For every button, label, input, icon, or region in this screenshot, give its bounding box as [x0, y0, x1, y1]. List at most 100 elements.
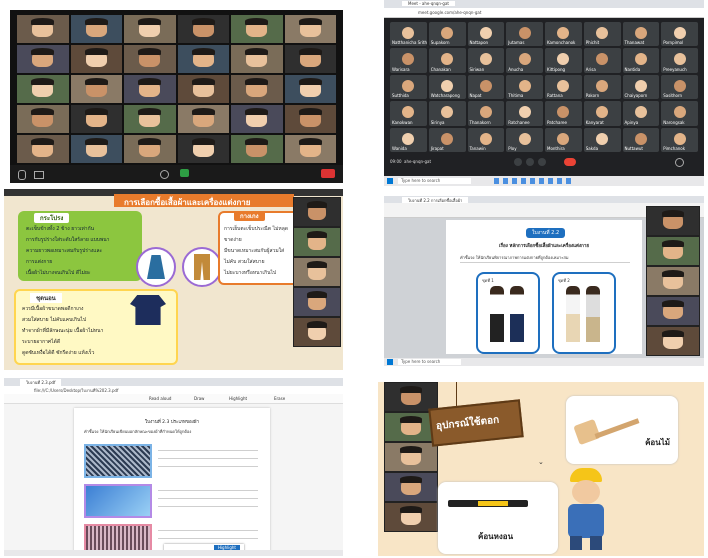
- video-tile[interactable]: [284, 45, 336, 73]
- video-tile[interactable]: [177, 15, 229, 43]
- video-tile[interactable]: [70, 135, 122, 163]
- end-call-button[interactable]: [564, 158, 576, 166]
- meet-tile[interactable]: Kittipong: [545, 48, 582, 73]
- meet-tile[interactable]: Patcharee: [545, 101, 582, 126]
- video-tile[interactable]: [17, 15, 69, 43]
- browser-tab[interactable]: Meet - ahe-qnqn-gat: [402, 1, 455, 6]
- meet-tile[interactable]: Kanyarat: [583, 101, 621, 126]
- meet-tile[interactable]: Pakorn: [583, 74, 621, 100]
- meet-tile[interactable]: Thitima: [506, 74, 543, 100]
- highlight-button[interactable]: Highlight: [229, 396, 247, 401]
- meet-tile[interactable]: Sasithorn: [661, 74, 698, 100]
- video-tile[interactable]: [647, 267, 699, 295]
- video-tile[interactable]: [17, 105, 69, 133]
- meet-tile[interactable]: Preeyanuch: [661, 48, 698, 73]
- read-aloud-button[interactable]: Read aloud: [149, 396, 171, 401]
- meet-tile[interactable]: Sutthida: [390, 74, 427, 100]
- meet-tile[interactable]: Jirapat: [428, 127, 466, 152]
- meet-tile[interactable]: Narongsak: [661, 101, 698, 126]
- url-field[interactable]: file:///C:/Users/Desktop/ใบงานที่%202.3.…: [34, 387, 118, 394]
- taskbar-search[interactable]: Type here to search: [398, 359, 461, 365]
- video-tile[interactable]: [231, 45, 283, 73]
- video-tile[interactable]: [294, 288, 340, 316]
- windows-start-icon[interactable]: [387, 359, 393, 365]
- meet-tile[interactable]: Ratchanee: [506, 101, 543, 126]
- erase-button[interactable]: Erase: [274, 396, 285, 401]
- meet-tile[interactable]: Tanawin: [467, 127, 505, 152]
- video-tile[interactable]: [647, 327, 699, 355]
- video-tile[interactable]: [294, 228, 340, 256]
- meet-tile[interactable]: Watcharapong: [428, 74, 466, 100]
- video-tile[interactable]: [177, 105, 229, 133]
- meet-tile[interactable]: Kanokwan: [390, 101, 427, 126]
- video-tile[interactable]: [124, 45, 176, 73]
- video-tile[interactable]: [124, 15, 176, 43]
- video-tile[interactable]: [124, 75, 176, 103]
- present-icon[interactable]: [538, 158, 546, 166]
- meet-tile[interactable]: Rattana: [545, 74, 582, 100]
- video-icon[interactable]: [34, 171, 44, 179]
- meet-tile[interactable]: Jutamas: [506, 22, 543, 47]
- taskbar-search[interactable]: Type here to search: [398, 178, 471, 184]
- meet-tile[interactable]: Chaiyaporn: [622, 74, 660, 100]
- video-tile[interactable]: [294, 258, 340, 286]
- meet-tile[interactable]: Nattapon: [467, 22, 505, 47]
- video-tile[interactable]: [231, 75, 283, 103]
- video-tile[interactable]: [17, 45, 69, 73]
- meet-tile[interactable]: Phichit: [583, 22, 621, 47]
- video-tile[interactable]: [70, 105, 122, 133]
- video-tile[interactable]: [647, 297, 699, 325]
- meet-tile[interactable]: Siriwan: [467, 48, 505, 73]
- video-tile[interactable]: [647, 207, 699, 235]
- meet-tile[interactable]: Ploy: [506, 127, 543, 152]
- meet-tile[interactable]: Monthira: [545, 127, 582, 152]
- video-tile[interactable]: [385, 473, 437, 501]
- video-tile[interactable]: [124, 135, 176, 163]
- camera-icon[interactable]: [526, 158, 534, 166]
- meet-tile[interactable]: Natthanicha Sritha: [390, 22, 427, 47]
- meet-tile[interactable]: Nantida: [622, 48, 660, 73]
- meet-tile[interactable]: Napat: [467, 74, 505, 100]
- video-tile[interactable]: [294, 318, 340, 346]
- meet-tile[interactable]: Supakorn: [428, 22, 466, 47]
- meet-tile[interactable]: Wanida: [390, 127, 427, 152]
- meet-tile[interactable]: Pornpimol: [661, 22, 698, 47]
- share-screen-icon[interactable]: [180, 169, 189, 177]
- windows-start-icon[interactable]: [387, 178, 393, 184]
- meet-tile[interactable]: Sakda: [583, 127, 621, 152]
- people-icon[interactable]: [675, 158, 684, 167]
- participants-icon[interactable]: [160, 170, 169, 179]
- meet-tile[interactable]: Sirinya: [428, 101, 466, 126]
- video-tile[interactable]: [647, 237, 699, 265]
- meet-tile[interactable]: Arisa: [583, 48, 621, 73]
- video-tile[interactable]: [70, 45, 122, 73]
- video-tile[interactable]: [294, 198, 340, 226]
- meet-tile[interactable]: Apinya: [622, 101, 660, 126]
- video-tile[interactable]: [231, 15, 283, 43]
- video-tile[interactable]: [70, 75, 122, 103]
- video-tile[interactable]: [124, 105, 176, 133]
- end-button[interactable]: [321, 169, 335, 178]
- meet-tile[interactable]: Kamonchanok: [545, 22, 582, 47]
- video-tile[interactable]: [231, 135, 283, 163]
- mic-icon[interactable]: [514, 158, 522, 166]
- video-tile[interactable]: [385, 503, 437, 531]
- video-tile[interactable]: [177, 135, 229, 163]
- meet-tile[interactable]: Thanakorn: [467, 101, 505, 126]
- meet-tile[interactable]: Pimchanok: [661, 127, 698, 152]
- mute-icon[interactable]: [18, 170, 26, 180]
- meet-tile[interactable]: Thanawat: [622, 22, 660, 47]
- video-tile[interactable]: [284, 75, 336, 103]
- meet-tile[interactable]: Chanakan: [428, 48, 466, 73]
- video-tile[interactable]: [284, 105, 336, 133]
- video-tile[interactable]: [385, 383, 437, 411]
- video-tile[interactable]: [70, 15, 122, 43]
- meet-tile[interactable]: Nuttawut: [622, 127, 660, 152]
- url-field[interactable]: meet.google.com/ahe-qnqn-gat: [418, 10, 481, 15]
- video-tile[interactable]: [385, 443, 437, 471]
- video-tile[interactable]: [177, 45, 229, 73]
- browser-tab[interactable]: ใบงานที่ 2.3.pdf: [20, 379, 62, 386]
- meet-tile[interactable]: Anucha: [506, 48, 543, 73]
- video-tile[interactable]: [231, 105, 283, 133]
- meet-tile[interactable]: Warisara: [390, 48, 427, 73]
